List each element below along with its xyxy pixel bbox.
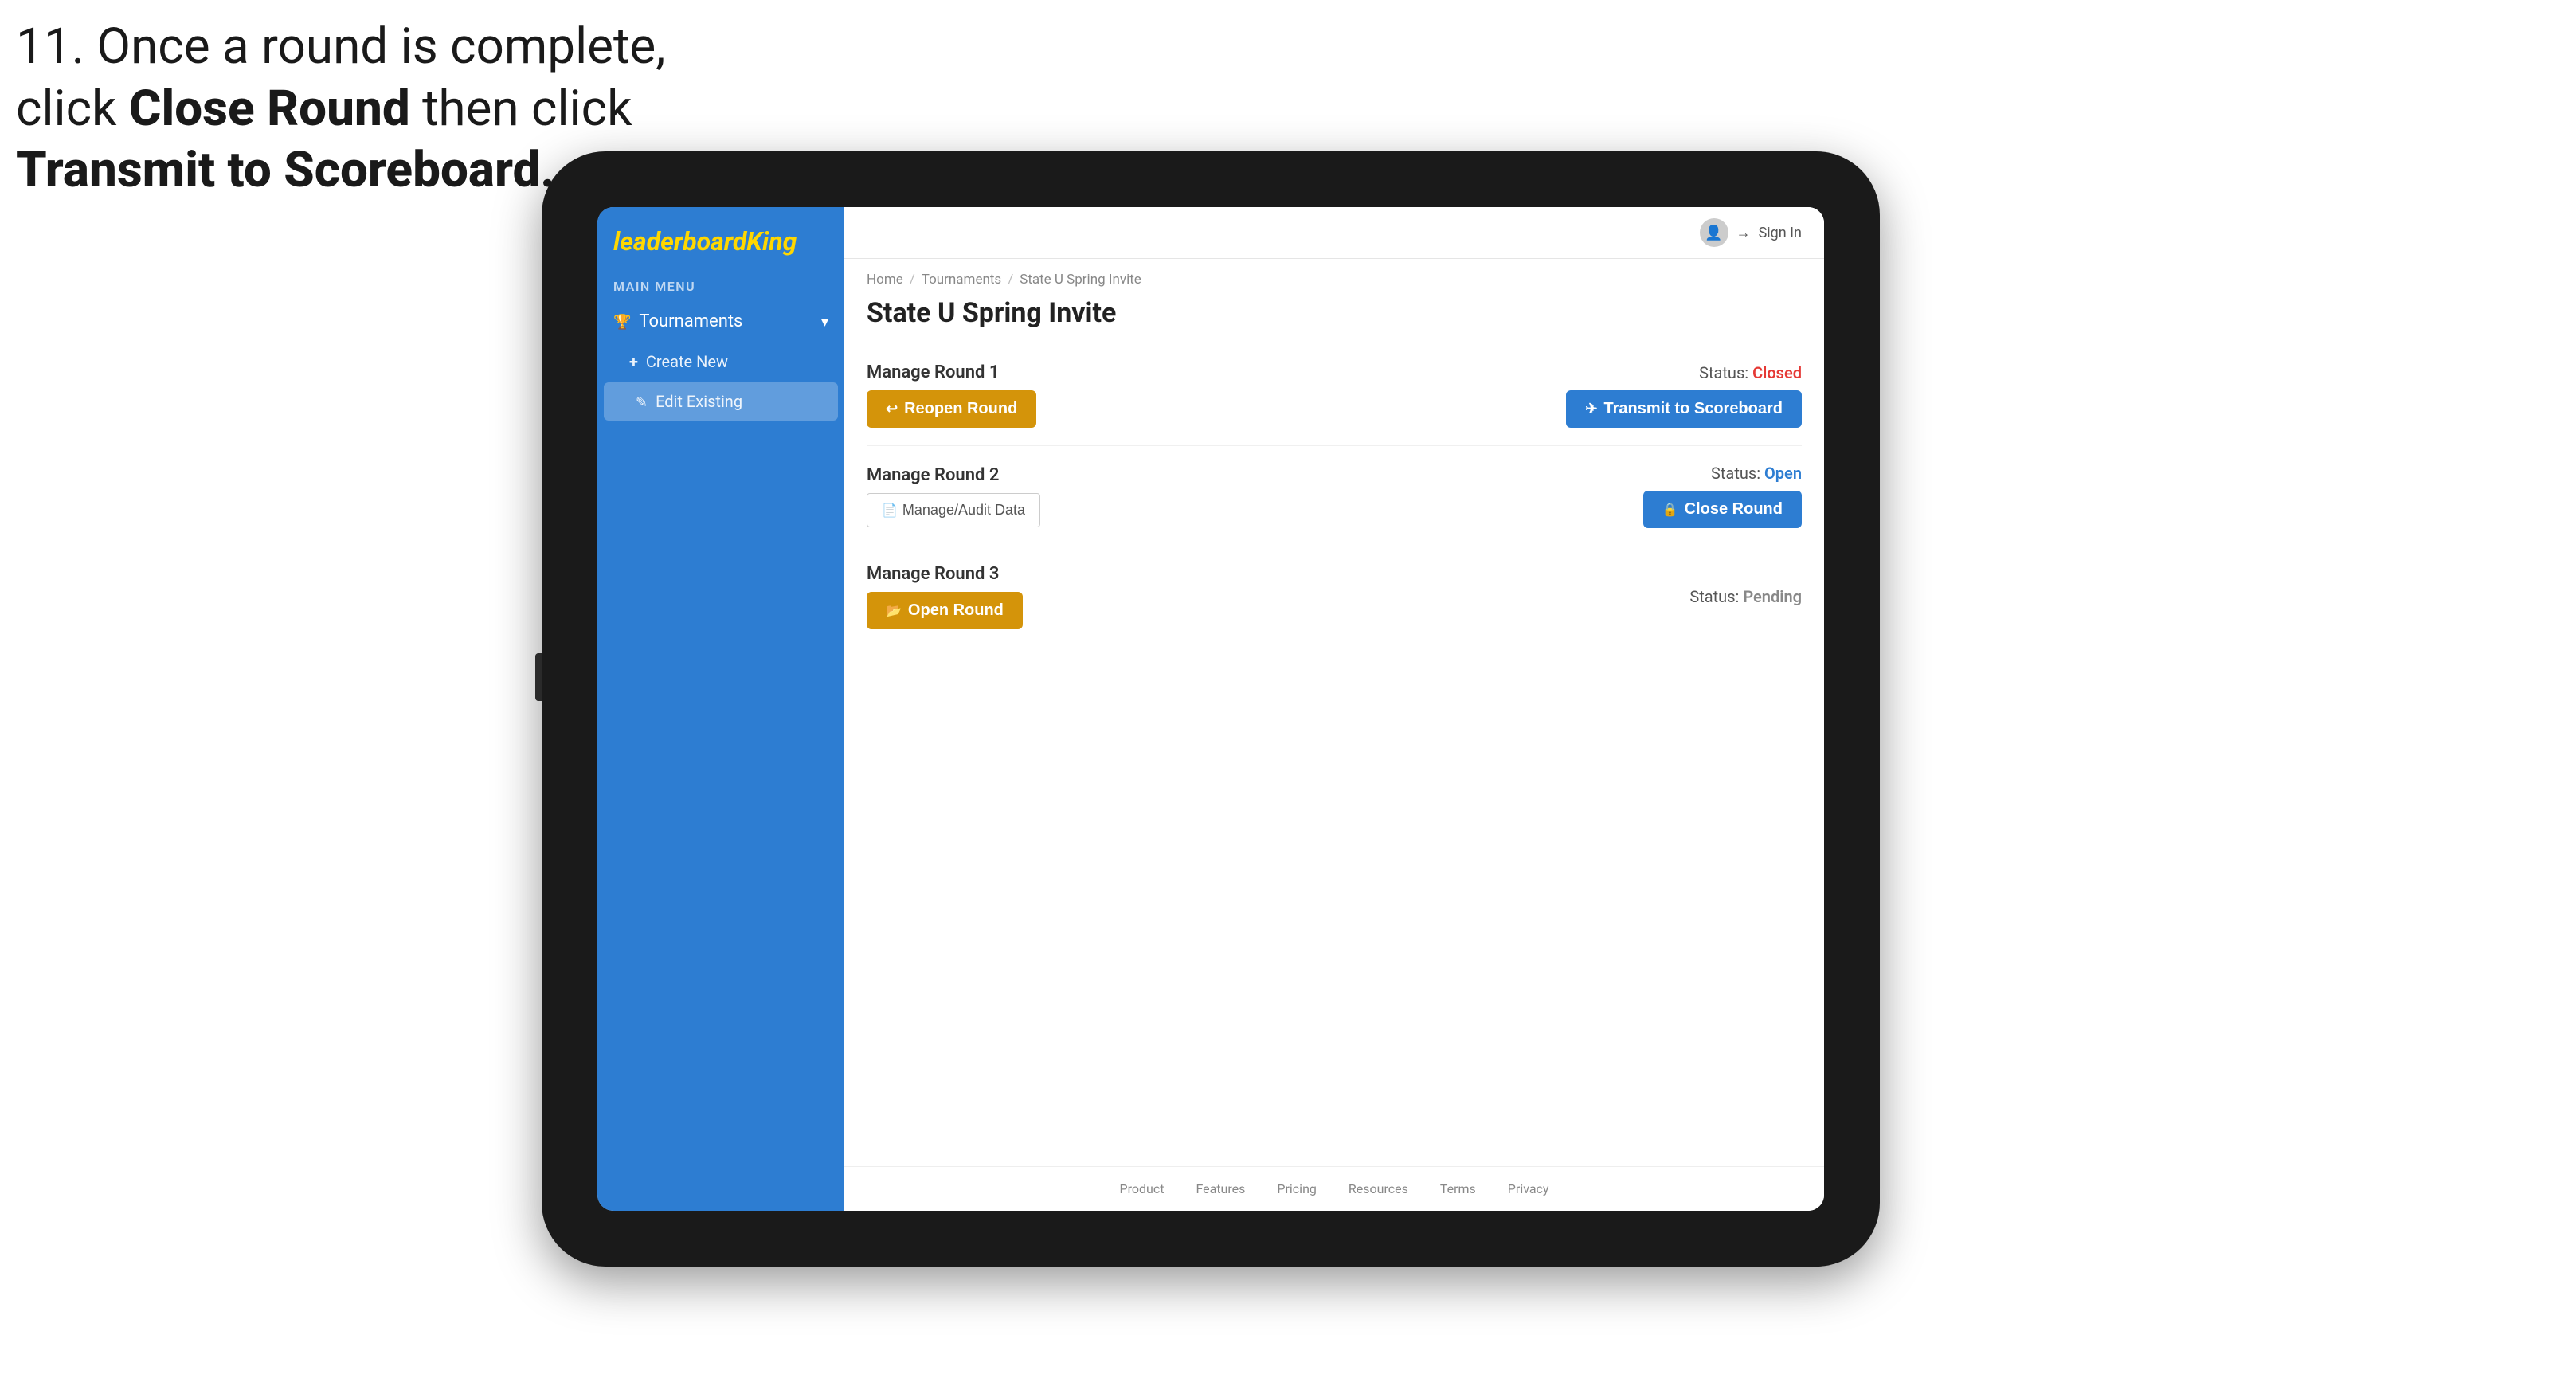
app-footer: Product Features Pricing Resources Terms… (844, 1166, 1824, 1211)
sidebar: leaderboardKing MAIN MENU Tournaments (597, 207, 844, 1211)
footer-product[interactable]: Product (1120, 1181, 1165, 1196)
round-3-row: Manage Round 3 Open Round Status: Pendin… (867, 546, 1802, 647)
round-3-status-value: Pending (1743, 587, 1802, 606)
instruction-bold1: Close Round (129, 80, 410, 138)
round-2-right: Status: Open Close Round (1643, 464, 1802, 528)
round-2-left: Manage Round 2 Manage/Audit Data (867, 465, 1040, 527)
manage-audit-label: Manage/Audit Data (902, 502, 1025, 519)
edit-icon (636, 392, 648, 411)
plus-icon (629, 352, 638, 371)
sidebar-tournaments-label: Tournaments (639, 311, 742, 331)
round-1-right: Status: Closed Transmit to Scoreboard (1566, 363, 1802, 428)
app-body: leaderboardKing MAIN MENU Tournaments (597, 207, 1824, 1211)
round-1-left: Manage Round 1 Reopen Round (867, 362, 1036, 428)
instruction-line2: click Close Round then click (16, 80, 632, 138)
logo-suffix: King (746, 226, 797, 256)
close-round-label: Close Round (1685, 500, 1783, 519)
sidebar-sub-item-create[interactable]: Create New (597, 343, 844, 381)
round-1-status-label: Status: (1699, 363, 1748, 382)
close-round-button[interactable]: Close Round (1643, 491, 1802, 528)
footer-features[interactable]: Features (1196, 1181, 1245, 1196)
tablet-screen: leaderboardKing MAIN MENU Tournaments (597, 207, 1824, 1211)
breadcrumb: Home / Tournaments / State U Spring Invi… (844, 259, 1824, 294)
sidebar-create-label: Create New (646, 352, 728, 371)
round-3-title: Manage Round 3 (867, 564, 1023, 584)
round-1-status: Status: Closed (1699, 363, 1802, 382)
sidebar-item-tournaments[interactable]: Tournaments (597, 300, 844, 343)
sidebar-edit-label: Edit Existing (656, 392, 742, 411)
sign-in-area[interactable]: Sign In (1700, 218, 1802, 247)
top-bar: Sign In (844, 207, 1824, 259)
open-round-button[interactable]: Open Round (867, 592, 1023, 629)
breadcrumb-current: State U Spring Invite (1020, 272, 1141, 288)
round-1-status-value: Closed (1752, 363, 1802, 382)
close-icon (1662, 500, 1678, 519)
logo: leaderboardKing (613, 226, 828, 256)
round-3-right: Status: Pending (1689, 587, 1802, 606)
chevron-down-icon (821, 311, 828, 331)
transmit-icon (1585, 400, 1597, 418)
round-1-row: Manage Round 1 Reopen Round Status: Clos… (867, 345, 1802, 446)
sidebar-logo: leaderboardKing (597, 207, 844, 269)
reopen-label: Reopen Round (904, 400, 1017, 418)
transmit-label: Transmit to Scoreboard (1604, 400, 1783, 418)
round-3-left: Manage Round 3 Open Round (867, 564, 1023, 629)
page-title: State U Spring Invite (844, 294, 1824, 345)
main-content: Sign In Home / Tournaments / State U Spr… (844, 207, 1824, 1211)
signin-arrow-icon (1736, 225, 1751, 241)
round-2-title: Manage Round 2 (867, 465, 1040, 485)
round-3-status: Status: Pending (1689, 587, 1802, 606)
reopen-round-button[interactable]: Reopen Round (867, 390, 1036, 428)
doc-icon (882, 502, 898, 519)
instruction-bold2: Transmit to Scoreboard. (16, 141, 555, 199)
round-1-title: Manage Round 1 (867, 362, 1036, 382)
footer-pricing[interactable]: Pricing (1277, 1181, 1317, 1196)
breadcrumb-home[interactable]: Home (867, 272, 903, 288)
logo-prefix: leaderboard (613, 226, 746, 256)
open-round-label: Open Round (908, 601, 1004, 620)
round-3-status-label: Status: (1689, 587, 1739, 606)
open-icon (886, 601, 902, 620)
footer-privacy[interactable]: Privacy (1508, 1181, 1549, 1196)
manage-audit-button[interactable]: Manage/Audit Data (867, 493, 1040, 527)
breadcrumb-sep1: / (910, 272, 915, 288)
app-container: leaderboardKing MAIN MENU Tournaments (597, 207, 1824, 1211)
sidebar-sub-item-edit[interactable]: Edit Existing (604, 382, 838, 421)
tablet-side-button (535, 653, 542, 701)
breadcrumb-tournaments[interactable]: Tournaments (922, 272, 1001, 288)
tablet-frame: leaderboardKing MAIN MENU Tournaments (542, 151, 1880, 1267)
signin-label: Sign In (1759, 225, 1802, 241)
round-2-status: Status: Open (1711, 464, 1802, 483)
transmit-to-scoreboard-button[interactable]: Transmit to Scoreboard (1566, 390, 1802, 428)
main-menu-label: MAIN MENU (597, 269, 844, 300)
breadcrumb-sep2: / (1008, 272, 1013, 288)
user-icon (1705, 225, 1722, 241)
instruction-line1: 11. Once a round is complete, (16, 18, 665, 76)
round-2-status-value: Open (1764, 464, 1802, 483)
trophy-icon (613, 311, 631, 331)
user-avatar (1700, 218, 1728, 247)
footer-resources[interactable]: Resources (1349, 1181, 1408, 1196)
round-2-row: Manage Round 2 Manage/Audit Data Status:… (867, 446, 1802, 546)
rounds-container: Manage Round 1 Reopen Round Status: Clos… (844, 345, 1824, 1166)
reopen-icon (886, 400, 898, 418)
footer-terms[interactable]: Terms (1440, 1181, 1476, 1196)
round-2-status-label: Status: (1711, 464, 1760, 483)
